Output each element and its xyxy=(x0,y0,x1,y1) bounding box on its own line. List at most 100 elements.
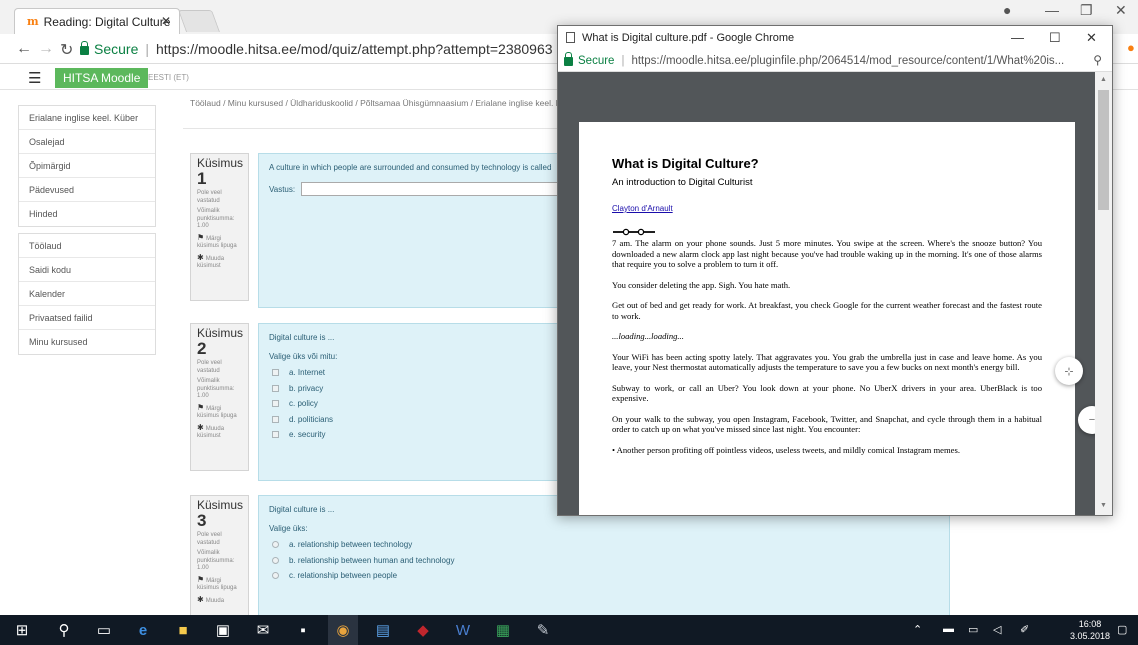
question-info-3: Küsimus 3 Pole veel vastatud Võimalik pu… xyxy=(190,495,249,617)
answer-option[interactable]: c. relationship between people xyxy=(269,568,939,584)
mail-icon[interactable]: ✉ xyxy=(248,615,278,645)
question-number: 1 xyxy=(197,169,207,188)
zoom-out-icon[interactable]: − xyxy=(1078,406,1095,434)
document-icon xyxy=(566,32,575,43)
option-label: e. security xyxy=(289,430,326,440)
checkbox[interactable] xyxy=(272,400,279,408)
sidebar-item-site-home[interactable]: Saidi kodu xyxy=(19,258,155,282)
popup-close-icon[interactable]: ✕ xyxy=(1086,30,1097,46)
file-explorer-icon[interactable]: ■ xyxy=(168,615,198,645)
popup-minimize-icon[interactable]: — xyxy=(1011,30,1024,45)
tray-chevron-icon[interactable]: ⌃ xyxy=(913,623,922,636)
minimize-icon[interactable]: — xyxy=(1045,2,1059,18)
battery-icon[interactable]: ▬ xyxy=(943,623,954,635)
flag-icon: ⚑ xyxy=(197,402,205,412)
checkbox[interactable] xyxy=(272,384,279,392)
pdf-paragraph: • Another person profiting off pointless… xyxy=(612,444,960,455)
id-card-app-icon[interactable]: ▤ xyxy=(368,615,398,645)
paint-icon[interactable]: ✎ xyxy=(528,615,558,645)
sidebar-item-badges[interactable]: Õpimärgid xyxy=(19,154,155,178)
sidebar-item-grades[interactable]: Hinded xyxy=(19,202,155,226)
browser-tab[interactable]: m Reading: Digital Culture ✕ xyxy=(14,8,180,34)
close-window-icon[interactable]: ✕ xyxy=(1115,2,1127,19)
sidebar-item-calendar[interactable]: Kalender xyxy=(19,282,155,306)
option-label: c. policy xyxy=(289,399,318,409)
sticky-notes-icon[interactable]: ▪ xyxy=(288,615,318,645)
moodle-favicon-icon: m xyxy=(27,15,39,28)
edit-question-link[interactable]: ✱ Muuda küsimust xyxy=(197,422,242,441)
pdf-scrollbar[interactable]: ▲ ▼ xyxy=(1095,72,1112,515)
flag-question-link[interactable]: ⚑ Märgi küsimus lipuga xyxy=(197,575,242,593)
fit-to-page-icon[interactable]: ⊹ xyxy=(1055,357,1083,385)
radio[interactable] xyxy=(272,541,279,549)
windows-start-icon[interactable]: ⊞ xyxy=(7,615,37,645)
popup-title: What is Digital culture.pdf - Google Chr… xyxy=(582,32,795,44)
reload-icon[interactable]: ↻ xyxy=(60,40,73,60)
popup-maximize-icon[interactable]: ☐ xyxy=(1049,30,1061,46)
spreadsheet-icon[interactable]: ▦ xyxy=(488,615,518,645)
answer-input[interactable] xyxy=(301,182,562,196)
restore-icon[interactable]: ❐ xyxy=(1080,2,1093,19)
checkbox[interactable] xyxy=(272,415,279,423)
profile-icon[interactable]: ● xyxy=(1003,2,1011,18)
checkbox[interactable] xyxy=(272,369,279,377)
sidebar-item-private-files[interactable]: Privaatsed failid xyxy=(19,306,155,330)
question-info-2: Küsimus 2 Pole veel vastatud Võimalik pu… xyxy=(190,323,249,471)
popup-titlebar[interactable]: What is Digital culture.pdf - Google Chr… xyxy=(558,26,1112,50)
answer-option[interactable]: a. relationship between technology xyxy=(269,537,939,553)
gear-icon: ✱ xyxy=(197,594,204,604)
secure-indicator[interactable]: Secure xyxy=(80,40,138,57)
scrollbar-thumb[interactable] xyxy=(1098,90,1109,210)
sidebar-item-competencies[interactable]: Pädevused xyxy=(19,178,155,202)
pdf-viewer[interactable]: What is Digital Culture? An introduction… xyxy=(558,72,1095,515)
gear-icon: ✱ xyxy=(197,422,204,432)
course-nav-group: Erialane inglise keel. Küber Osalejad Õp… xyxy=(18,105,156,227)
notification-icon[interactable]: ▢ xyxy=(1117,623,1127,636)
pdf-paragraph: Your WiFi has been acting spotty lately.… xyxy=(612,351,1042,373)
flag-icon: ⚑ xyxy=(197,232,205,242)
sidebar-item-participants[interactable]: Osalejad xyxy=(19,130,155,154)
extension-icon[interactable]: ● xyxy=(1127,40,1135,55)
forward-icon[interactable]: → xyxy=(38,40,54,58)
brand-logo[interactable]: HITSA Moodle xyxy=(55,68,149,88)
lock-icon xyxy=(564,52,573,66)
back-icon[interactable]: ← xyxy=(16,40,32,58)
volume-icon[interactable]: ◁ xyxy=(993,623,1001,636)
sidebar-item-course[interactable]: Erialane inglise keel. Küber xyxy=(19,106,155,130)
pen-icon[interactable]: ✐ xyxy=(1020,623,1029,636)
menu-icon[interactable]: ☰ xyxy=(28,69,41,87)
scroll-down-icon[interactable]: ▼ xyxy=(1100,502,1107,509)
chrome-icon[interactable]: ◉ xyxy=(328,615,358,645)
radio[interactable] xyxy=(272,572,279,580)
scroll-up-icon[interactable]: ▲ xyxy=(1100,76,1107,83)
edit-question-link[interactable]: ✱ Muuda küsimust xyxy=(197,253,242,271)
radio[interactable] xyxy=(272,556,279,564)
zoom-icon[interactable]: ⚲ xyxy=(1093,53,1102,67)
tab-close-icon[interactable]: ✕ xyxy=(161,14,171,28)
flag-question-link[interactable]: ⚑ Märgi küsimus lipuga xyxy=(197,232,242,251)
sidebar-item-dashboard[interactable]: Töölaud xyxy=(19,234,155,258)
language-menu[interactable]: EESTI (ET) xyxy=(148,73,189,82)
search-icon[interactable]: ⚲ xyxy=(49,615,79,645)
mcafee-icon[interactable]: ◆ xyxy=(408,615,438,645)
breadcrumb[interactable]: Töölaud / Minu kursused / Üldhariduskool… xyxy=(190,98,566,108)
checkbox[interactable] xyxy=(272,431,279,439)
address-bar[interactable]: Secure | https://moodle.hitsa.ee/mod/qui… xyxy=(80,38,558,60)
task-view-icon[interactable]: ▭ xyxy=(89,615,119,645)
popup-address-bar[interactable]: Secure | https://moodle.hitsa.ee/pluginf… xyxy=(558,50,1112,72)
answer-option[interactable]: b. relationship between human and techno… xyxy=(269,553,939,569)
sidebar-item-my-courses[interactable]: Minu kursused xyxy=(19,330,155,354)
popup-secure-indicator[interactable]: Secure xyxy=(564,52,614,67)
new-tab-button[interactable] xyxy=(177,10,221,32)
edge-browser-icon[interactable]: e xyxy=(128,615,158,645)
pdf-author-link[interactable]: Clayton d'Arnault xyxy=(612,204,1042,213)
flag-question-link[interactable]: ⚑ Märgi küsimus lipuga xyxy=(197,402,242,421)
store-icon[interactable]: ▣ xyxy=(208,615,238,645)
system-clock[interactable]: 16:08 3.05.2018 xyxy=(1070,618,1110,642)
url-separator: | xyxy=(621,54,625,67)
edit-question-link[interactable]: ✱ Muuda xyxy=(197,594,242,606)
network-icon[interactable]: ▭ xyxy=(968,623,978,636)
option-label: d. politicians xyxy=(289,414,334,424)
pdf-separator-graphic xyxy=(613,228,655,236)
word-icon[interactable]: W xyxy=(448,615,478,645)
